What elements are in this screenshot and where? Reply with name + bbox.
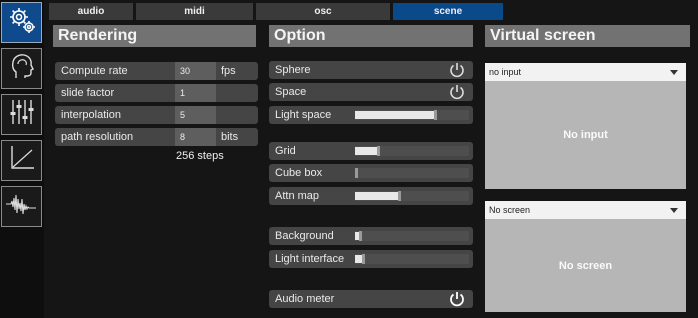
tab-osc[interactable]: osc (256, 3, 390, 20)
tab-scene[interactable]: scene (393, 3, 503, 20)
grid-label: Grid (275, 145, 296, 157)
light-space-slider[interactable] (355, 110, 469, 120)
slide-factor-row: slide factor (55, 84, 258, 102)
virtual-screen-title: Virtual screen (485, 25, 690, 47)
sphere-power-toggle[interactable] (448, 61, 466, 79)
cube-box-label: Cube box (275, 167, 323, 179)
light-space-label: Light space (275, 109, 332, 121)
space-row: Space (269, 83, 473, 101)
light-interface-label: Light interface (275, 253, 345, 265)
mixer-sliders-icon (7, 97, 37, 132)
gears-icon (6, 4, 38, 41)
slide-factor-input[interactable]: 1 (175, 84, 216, 102)
attn-map-slider-handle[interactable] (397, 191, 401, 201)
background-slider[interactable] (355, 231, 469, 241)
sidebar-item-graph[interactable] (1, 140, 42, 181)
waveform-icon (5, 189, 39, 224)
audio-meter-label: Audio meter (275, 293, 335, 305)
grid-slider-handle[interactable] (377, 146, 381, 156)
slide-factor-label: slide factor (61, 87, 115, 99)
grid-slider-fill (355, 147, 378, 155)
option-title: Option (269, 25, 473, 47)
power-icon (450, 63, 464, 78)
path-resolution-unit: bits (221, 131, 239, 143)
input-select[interactable]: no input (485, 63, 686, 81)
audio-meter-row: Audio meter (269, 290, 473, 308)
sidebar-item-waveform[interactable] (1, 186, 42, 227)
interpolation-input[interactable]: 5 (175, 106, 216, 124)
compute-rate-unit: fps (221, 65, 236, 77)
tab-midi[interactable]: midi (136, 3, 253, 20)
input-select-value: no input (489, 67, 522, 77)
input-display: No input (485, 81, 686, 189)
light-space-slider-handle[interactable] (434, 110, 438, 120)
attn-map-slider[interactable] (355, 191, 469, 201)
cube-box-slider[interactable] (355, 168, 469, 178)
tab-audio[interactable]: audio (49, 3, 133, 20)
power-icon (450, 85, 464, 100)
background-label: Background (275, 230, 334, 242)
cube-box-slider-handle[interactable] (355, 168, 359, 178)
space-label: Space (275, 86, 307, 98)
sidebar-item-mixer[interactable] (1, 94, 42, 135)
interpolation-row: interpolation (55, 106, 258, 124)
background-slider-handle[interactable] (358, 231, 362, 241)
path-steps-text: 256 steps (176, 150, 224, 162)
attn-map-label: Attn map (275, 190, 320, 202)
screen-select[interactable]: No screen (485, 201, 686, 219)
screen-display: No screen (485, 219, 686, 312)
path-resolution-label: path resolution (61, 131, 134, 143)
chevron-down-icon (670, 208, 678, 213)
sphere-label: Sphere (275, 64, 311, 76)
sidebar-item-head[interactable] (1, 48, 42, 89)
rendering-title: Rendering (53, 25, 256, 47)
light-interface-slider[interactable] (355, 254, 469, 264)
screen-select-value: No screen (489, 205, 531, 215)
screen-display-text: No screen (558, 259, 613, 272)
axes-graph-icon (7, 143, 37, 178)
head-icon (7, 51, 37, 86)
light-interface-slider-handle[interactable] (362, 254, 366, 264)
compute-rate-label: Compute rate (61, 65, 128, 77)
grid-slider[interactable] (355, 146, 469, 156)
space-power-toggle[interactable] (448, 83, 466, 101)
light-interface-slider-fill (355, 255, 363, 263)
input-display-text: No input (563, 129, 608, 141)
path-resolution-input[interactable]: 8 (175, 128, 216, 146)
audio-meter-power-toggle[interactable] (448, 290, 466, 308)
compute-rate-input[interactable]: 30 (175, 62, 216, 80)
power-icon (450, 292, 464, 307)
chevron-down-icon (670, 70, 678, 75)
light-space-slider-fill (355, 111, 435, 119)
interpolation-label: interpolation (61, 109, 121, 121)
attn-map-slider-fill (355, 192, 398, 200)
sphere-row: Sphere (269, 61, 473, 79)
sidebar-item-settings[interactable] (1, 2, 42, 43)
